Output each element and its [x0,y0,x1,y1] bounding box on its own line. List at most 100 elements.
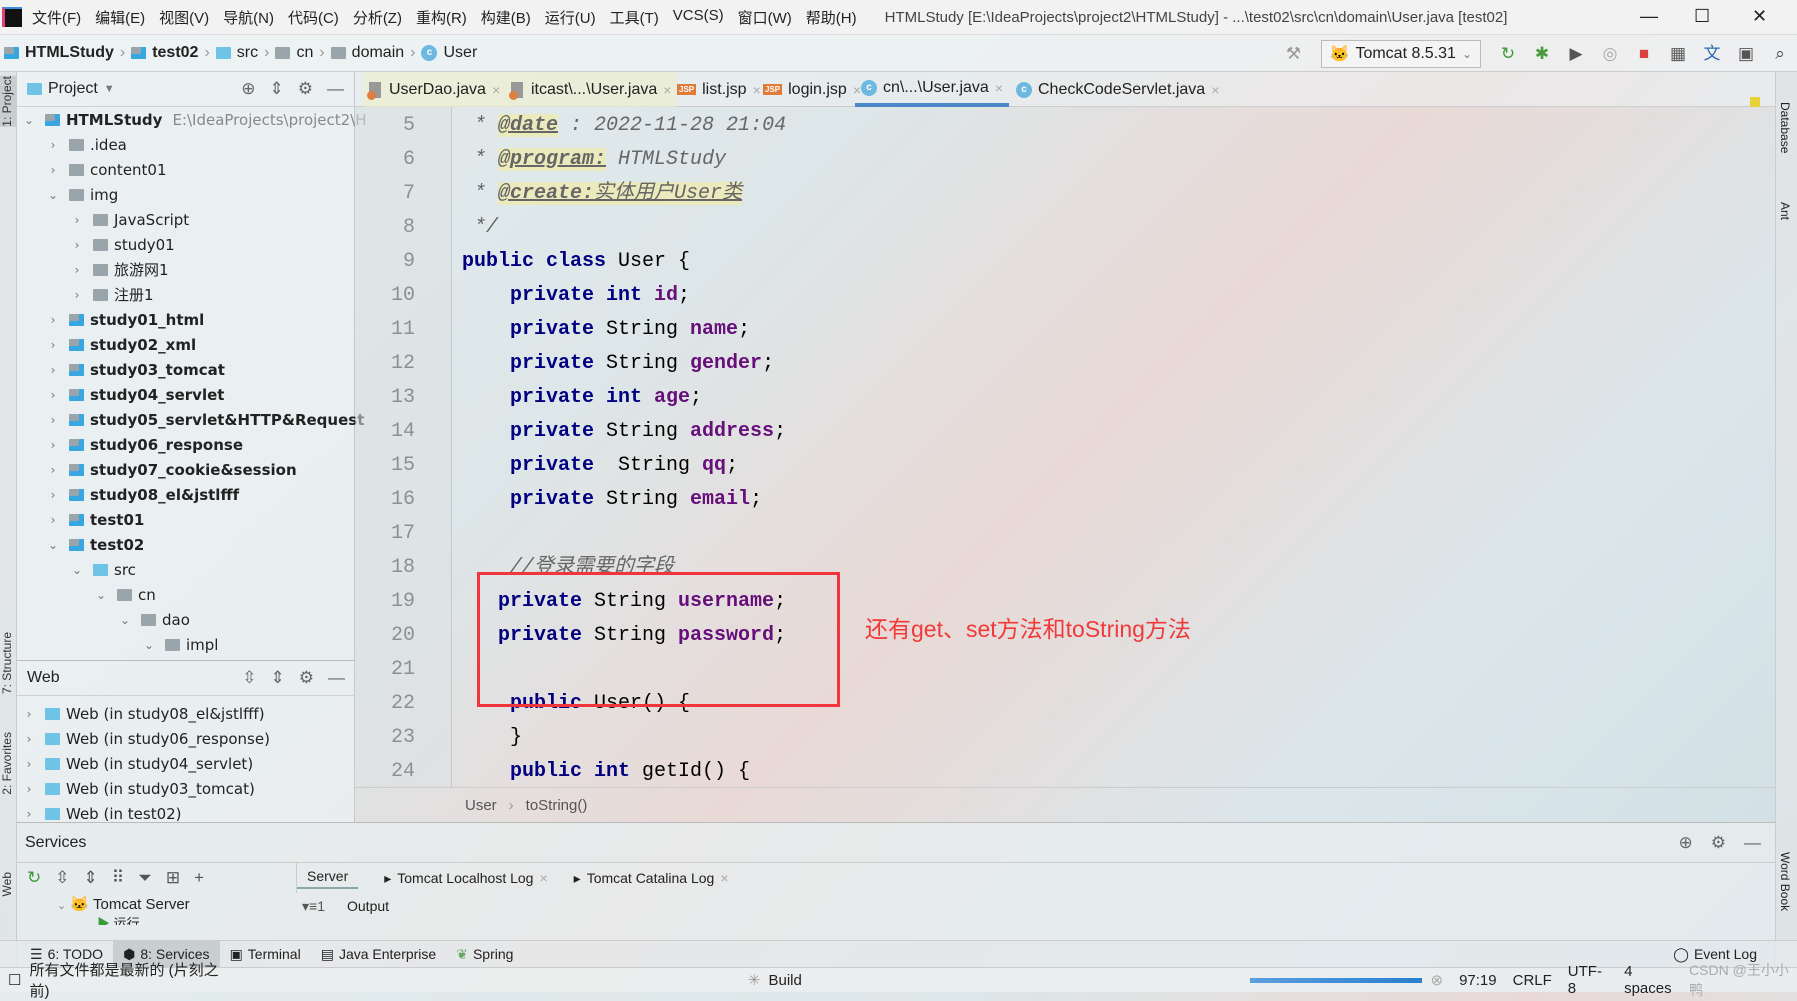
collapse-all-icon[interactable]: ⇕ [270,79,284,99]
menu-item[interactable]: 分析(Z) [353,7,402,28]
stripe-ant-button[interactable]: Ant [1778,202,1792,220]
tree-item[interactable]: › .idea [45,132,127,157]
chevron-right-icon[interactable]: › [45,513,61,527]
chevron-down-icon[interactable]: ⌄ [141,638,157,652]
editor-tab[interactable]: c CheckCodeServlet.java × [1010,72,1225,107]
tab-server[interactable]: Server [297,868,359,889]
menu-item[interactable]: 编辑(E) [95,7,145,28]
editor-tab[interactable]: c cn\...\User.java × [855,72,1010,107]
new-tab-icon[interactable]: ⊞ [166,868,180,888]
tree-item-tomcat-server[interactable]: ⌄ 🐱 Tomcat Server [57,895,297,913]
tree-item[interactable]: ⌄ impl [141,632,219,657]
close-icon[interactable]: × [995,80,1003,96]
tree-item[interactable]: › JavaScript [69,207,190,232]
run-config-select[interactable]: 🐱 Tomcat 8.5.31 ⌄ [1320,39,1481,68]
group-icon[interactable]: ⠿ [112,868,124,888]
add-icon[interactable]: + [194,868,204,888]
tree-item[interactable]: › study01 [69,232,175,257]
menu-item[interactable]: 运行(U) [545,7,596,28]
tree-item-running[interactable]: ▶ 运行 [97,913,297,925]
close-icon[interactable]: × [720,870,728,886]
close-icon[interactable]: × [539,870,547,886]
stripe-favorites-button[interactable]: 2: Favorites [0,732,17,795]
gear-icon[interactable]: ⚙ [299,668,314,688]
close-button[interactable]: ✕ [1752,6,1767,27]
caret-position[interactable]: 97:19 [1459,972,1497,989]
terminal-window-icon[interactable]: ▣ [1735,43,1757,65]
web-facet-item[interactable]: › Web (in study04_servlet) [21,751,254,776]
menu-item[interactable]: 构建(B) [481,7,531,28]
web-facet-item[interactable]: › Web (in study06_response) [21,726,270,751]
tree-item[interactable]: ⌄ test02 [45,532,144,557]
chevron-right-icon[interactable]: › [45,138,61,152]
menu-item[interactable]: VCS(S) [673,7,724,28]
expand-all-icon[interactable]: ⇳ [242,668,256,688]
cancel-build-icon[interactable]: ⊗ [1430,971,1443,989]
chevron-right-icon[interactable]: › [21,732,37,746]
menu-item[interactable]: 视图(V) [159,7,209,28]
code-area[interactable]: 24 public int getId() {23 } 22 public Use… [355,107,1775,787]
collapse-all-icon[interactable]: ⇕ [84,868,98,888]
filter-icon[interactable]: ⏷ [138,868,152,888]
tree-item[interactable]: › content01 [45,157,167,182]
menu-item[interactable]: 工具(T) [610,7,659,28]
maximize-button[interactable]: ☐ [1694,6,1710,27]
breadcrumb-method[interactable]: toString() [526,797,588,814]
chevron-right-icon[interactable]: › [69,288,85,302]
chevron-right-icon[interactable]: › [69,238,85,252]
stripe-web-button[interactable]: Web [0,872,17,896]
menu-item[interactable]: 窗口(W) [738,7,792,28]
tree-item[interactable]: › study05_servlet&HTTP&Request [45,407,365,432]
stripe-project-button[interactable]: 1: Project [0,76,17,127]
tree-item[interactable]: › 旅游网1 [69,257,169,282]
crumb-src[interactable]: src › [215,44,269,62]
chevron-right-icon[interactable]: › [45,488,61,502]
gear-icon[interactable]: ⚙ [298,79,313,99]
editor-tab[interactable]: UserDao.java × [363,72,507,107]
dropdown-arrow-icon[interactable]: ▼ [104,83,115,95]
chevron-right-icon[interactable]: › [21,757,37,771]
locate-icon[interactable]: ⊕ [1679,833,1693,853]
status-toggle-icon[interactable]: ☐ [8,971,21,989]
toolwindow-spring[interactable]: ❦ Spring [446,941,523,968]
build-hammer-icon[interactable]: ⚒ [1283,43,1305,65]
chevron-right-icon[interactable]: › [21,782,37,796]
tree-item[interactable]: ⌄ dao [117,607,190,632]
tree-item[interactable]: › study08_el&jstlfff [45,482,240,507]
tree-item[interactable]: › study01_html [45,307,205,332]
tree-item[interactable]: › study02_xml [45,332,197,357]
tree-item[interactable]: › 注册1 [69,282,154,307]
expand-all-icon[interactable]: ⇳ [55,868,69,888]
tree-item[interactable]: › study06_response [45,432,243,457]
stripe-database-button[interactable]: Database [1778,102,1792,153]
locate-icon[interactable]: ⊕ [241,79,255,99]
chevron-down-icon[interactable]: ⌄ [45,538,61,552]
chevron-right-icon[interactable]: › [45,413,61,427]
menu-item[interactable]: 重构(R) [416,7,467,28]
chevron-right-icon[interactable]: › [21,807,37,821]
tree-item[interactable]: ⌄ cn [93,582,156,607]
translate-icon[interactable]: 文 [1701,43,1723,65]
crumb-class[interactable]: c User [421,44,477,62]
project-structure-icon[interactable]: ▦ [1667,43,1689,65]
chevron-right-icon[interactable]: › [45,313,61,327]
menu-item[interactable]: 文件(F) [32,7,81,28]
chevron-right-icon[interactable]: › [45,338,61,352]
toolwindow-java-enterprise[interactable]: ▤ Java Enterprise [311,941,447,968]
rerun-icon[interactable]: ↻ [1497,43,1519,65]
build-status[interactable]: Build [768,972,801,989]
chevron-down-icon[interactable]: ⌄ [21,113,37,127]
crumb-project[interactable]: HTMLStudy › [4,44,125,62]
search-icon[interactable]: ⌕ [1769,43,1791,65]
chevron-right-icon[interactable]: › [45,163,61,177]
hide-icon[interactable]: — [327,79,344,99]
tree-item[interactable]: ⌄ src [69,557,136,582]
hide-icon[interactable]: — [328,668,345,688]
menu-item[interactable]: 帮助(H) [806,7,857,28]
tree-item[interactable]: › study07_cookie&session [45,457,297,482]
close-icon[interactable]: × [492,82,500,98]
close-icon[interactable]: × [1211,82,1219,98]
tree-item[interactable]: ⌄ img [45,182,118,207]
stripe-structure-button[interactable]: 7: Structure [0,632,17,694]
web-facet-item[interactable]: › Web (in study08_el&jstlfff) [21,701,265,726]
